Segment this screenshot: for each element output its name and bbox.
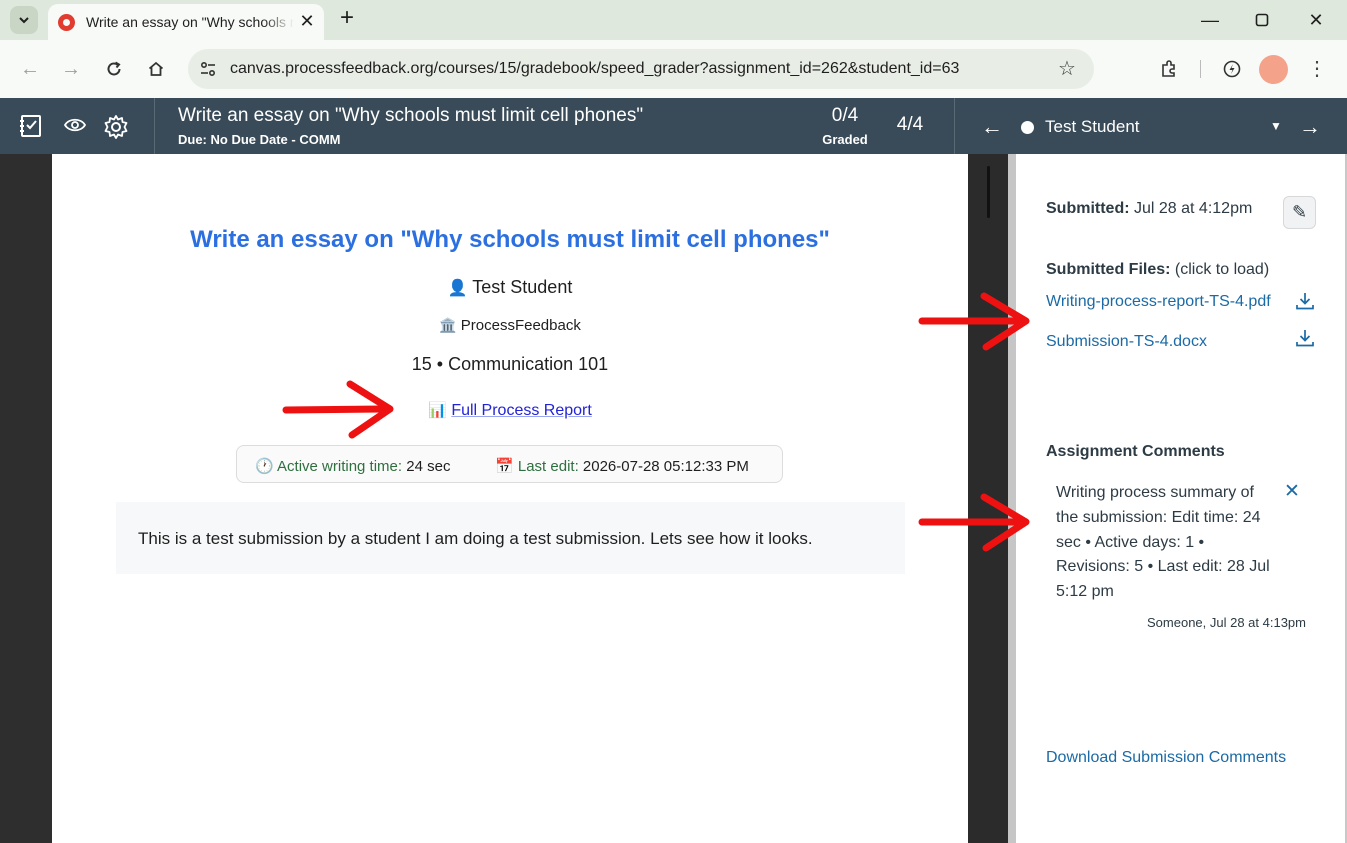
last-edit-label: Last edit: [517,458,579,475]
extensions-icon[interactable] [1154,54,1184,84]
bar-chart-icon: 📊 [428,402,447,419]
speedgrader-header: Write an essay on "Why schools must limi… [0,98,1347,154]
graded-count: 0/4 [831,105,859,126]
last-edit-value: 2026-07-28 05:12:33 PM [582,458,749,475]
home-icon[interactable] [141,54,171,84]
next-student-arrow-icon[interactable]: → [1296,113,1324,141]
submitted-label: Submitted: [1046,200,1130,217]
close-window-icon[interactable]: ✕ [1302,6,1330,34]
report-line: 📊 Full Process Report [52,401,968,420]
gradebook-icon[interactable] [17,113,45,141]
scrollbar-thumb[interactable] [987,166,990,218]
submitted-date: Jul 28 at 4:12pm [1134,200,1253,217]
tab-close-icon[interactable]: ✕ [296,10,318,32]
person-icon: 👤 [447,280,468,297]
active-time: 🕐 Active writing time: 24 sec [255,457,450,475]
comment-body: Writing process summary of the submissio… [1056,484,1270,601]
new-tab-button[interactable]: + [334,6,360,32]
tab-title: Write an essay on "Why schools must limi… [86,14,294,30]
assignment-due: Due: No Due Date - COMM [178,132,341,147]
header-divider [154,98,155,154]
edit-pencil-button[interactable]: ✎ [1283,196,1316,229]
clock-icon: 🕐 [255,458,274,475]
more-menu-icon[interactable]: ⋮ [1302,54,1332,84]
annotation-arrow-icon [918,493,1030,552]
address-bar[interactable]: canvas.processfeedback.org/courses/15/gr… [188,49,1094,89]
submission-body: This is a test submission by a student I… [116,502,905,574]
toolbar-divider [1200,60,1201,78]
building-icon: 🏛️ [439,317,457,333]
student-name-text: Test Student [472,277,573,297]
student-line: 👤 Test Student [52,277,968,298]
tab-search-button[interactable] [10,6,38,34]
performance-icon[interactable] [1217,54,1247,84]
active-time-value: 24 sec [406,458,451,475]
calendar-icon: 📅 [495,458,514,475]
submitted-info: Submitted: Jul 28 at 4:12pm [1046,200,1252,218]
previous-student-arrow-icon[interactable]: ← [978,113,1006,141]
profile-avatar[interactable] [1259,55,1288,84]
document-title: Write an essay on "Why schools must limi… [190,226,830,253]
bookmark-star-icon[interactable]: ☆ [1054,56,1080,82]
file-link-docx[interactable]: Submission-TS-4.docx [1046,333,1207,351]
back-arrow-icon[interactable]: ← [15,54,45,84]
student-dropdown-caret-icon[interactable]: ▼ [1270,119,1282,133]
student-selector[interactable]: Test Student [1045,117,1140,137]
download-submission-comments-link[interactable]: Download Submission Comments [1046,749,1286,767]
download-icon[interactable] [1294,290,1316,312]
assignment-title: Write an essay on "Why schools must limi… [178,105,644,126]
browser-toolbar: ← → canvas.processfeedback.org/courses/1… [0,40,1347,98]
last-edit: 📅 Last edit: 2026-07-28 05:12:33 PM [495,457,749,475]
site-info-icon[interactable] [198,59,218,79]
files-label: Submitted Files: [1046,261,1171,278]
comment-author-date: Someone, Jul 28 at 4:13pm [1147,615,1306,630]
active-time-label: Active writing time: [277,458,403,475]
full-process-report-link[interactable]: Full Process Report [451,402,592,419]
browser-tab-strip: Write an essay on "Why schools must limi… [0,0,1347,40]
viewer-gutter [0,154,52,843]
org-name: ProcessFeedback [460,317,581,334]
annotation-arrow-icon [282,380,394,439]
url-text: canvas.processfeedback.org/courses/15/gr… [230,60,960,77]
assignment-comments-heading: Assignment Comments [1046,443,1225,460]
delete-comment-close-icon[interactable]: ✕ [1282,482,1302,502]
chevron-down-icon [19,17,29,24]
submission-status-dot [1021,121,1034,134]
settings-gear-icon[interactable] [102,113,130,141]
submitted-files-heading: Submitted Files: (click to load) [1046,261,1269,279]
course-line: 15 • Communication 101 [411,354,609,374]
graded-label: Graded [822,132,868,147]
file-link-pdf[interactable]: Writing-process-report-TS-4.pdf [1046,293,1271,311]
canvas-favicon-icon [58,14,75,31]
files-hint: (click to load) [1174,261,1270,278]
eye-icon[interactable] [61,113,89,141]
submission-text: This is a test submission by a student I… [138,529,813,548]
writing-meta-pill: 🕐 Active writing time: 24 sec 📅 Last edi… [236,445,783,483]
minimize-icon[interactable]: — [1196,6,1224,34]
active-tab[interactable]: Write an essay on "Why schools must limi… [48,4,324,40]
org-line: 🏛️ ProcessFeedback [52,317,968,334]
download-icon[interactable] [1294,327,1316,349]
reload-icon[interactable] [99,54,129,84]
document-page [52,154,968,843]
score-count: 4/4 [896,114,924,135]
maximize-icon[interactable] [1248,6,1276,34]
annotation-arrow-icon [918,292,1030,351]
forward-arrow-icon[interactable]: → [56,54,86,84]
header-divider [954,98,955,154]
